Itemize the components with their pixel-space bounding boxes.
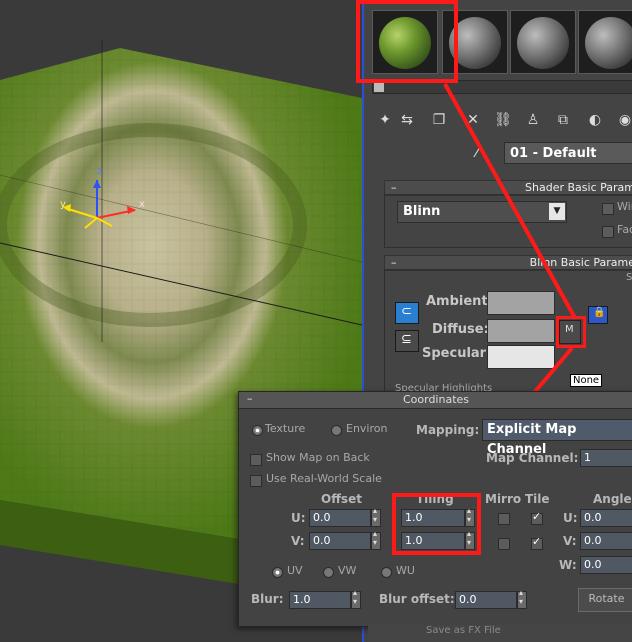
put-to-scene-icon[interactable]: ⇆ [398,111,416,129]
wu-radio[interactable] [381,567,392,578]
save-fx-button[interactable]: Save as FX File [426,625,501,636]
material-sphere [517,17,569,69]
shader-type-dropdown[interactable]: Blinn ▼ [397,201,567,223]
chevron-down-icon: ▼ [549,203,565,220]
blur-arrows[interactable] [351,588,361,609]
pick-material-icon[interactable]: ⁄ [476,143,479,161]
highlight-box-map-button [556,316,586,348]
use-real-world-checkbox[interactable] [250,475,262,487]
lock-icon[interactable]: 🔒 [588,306,608,324]
material-name-field[interactable]: 01 - Default [504,142,632,164]
mirror-v-checkbox[interactable] [498,538,510,550]
offset-v-spinner[interactable]: 0.0 [309,532,371,550]
make-unique-icon[interactable]: ⛓ [494,111,512,129]
offset-v-arrows[interactable] [371,529,381,550]
bracket-icon: ⊂ [401,304,412,319]
show-end-result-icon[interactable]: ◉ [616,111,632,129]
rotate-button[interactable]: Rotate [578,588,632,612]
coordinates-header[interactable]: – Coordinates [239,392,632,409]
lock-ambient-diffuse-button[interactable]: ⊂ [395,302,419,324]
bracket-icon: ⊆ [401,332,412,347]
map-channel-spinner[interactable]: 1 [580,449,632,467]
wire-checkbox[interactable] [602,203,614,215]
assign-material-icon[interactable]: ❐ [430,111,448,129]
offset-u-spinner[interactable]: 0.0 [309,509,371,527]
angle-w-spinner[interactable]: 0.0 [580,556,632,574]
reset-map-icon[interactable]: ✕ [464,111,482,129]
bottom-strip: Save as FX File [368,625,632,642]
blur-spinner[interactable]: 1.0 [289,591,351,609]
show-map-icon[interactable]: ◐ [586,111,604,129]
tile-v-checkbox[interactable] [531,535,543,550]
material-toolbar: ✦ ⇆ ❐ ✕ ⛓ ♙ ⧉ ◐ ◉ [374,108,632,134]
texture-radio[interactable] [252,425,263,436]
get-material-icon[interactable]: ✦ [376,111,394,129]
axis-z-label: z [97,166,103,177]
mirror-u-checkbox[interactable] [498,513,510,525]
material-slot-4[interactable] [578,10,632,74]
angle-v-spinner[interactable]: 0.0 [580,532,632,550]
material-id-icon[interactable]: ⧉ [554,111,572,129]
put-library-icon[interactable]: ♙ [524,111,542,129]
axis-x-label: x [139,199,145,210]
angle-u-spinner[interactable]: 0.0 [580,509,632,527]
highlight-box-tiling [392,493,481,555]
material-slot-3[interactable] [510,10,576,74]
scrollbar-thumb[interactable] [374,82,384,92]
lock-diffuse-specular-button[interactable]: ⊆ [395,330,419,352]
specular-color-swatch[interactable] [487,345,555,369]
vw-radio[interactable] [323,567,334,578]
uv-radio[interactable] [272,567,283,578]
axis-y-label: y [60,199,66,210]
blur-offset-spinner[interactable]: 0.0 [455,591,517,609]
material-sphere [585,17,632,69]
blur-offset-arrows[interactable] [517,588,527,609]
diffuse-color-swatch[interactable] [487,319,555,343]
ambient-color-swatch[interactable] [487,291,555,315]
diffuse-label: Diffuse: [432,322,489,337]
highlight-box-material-slot [356,0,458,83]
specular-label: Specular: [422,346,492,361]
ambient-label: Ambient: [426,294,493,309]
offset-u-arrows[interactable] [371,506,381,527]
environ-radio[interactable] [331,425,342,436]
faceted-checkbox[interactable] [602,226,614,238]
tooltip: None [570,374,603,387]
tile-u-checkbox[interactable] [531,510,543,525]
show-map-on-back-checkbox[interactable] [250,454,262,466]
mapping-dropdown[interactable]: Explicit Map Channel [482,419,632,457]
